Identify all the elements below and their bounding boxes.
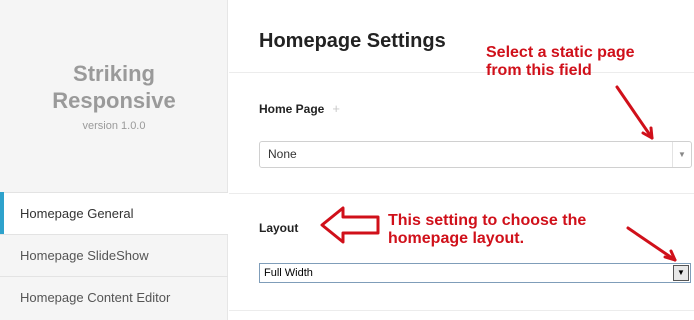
annotation-arrow-line-1 — [615, 85, 654, 140]
annotation-overlay — [320, 85, 677, 262]
annotation-arrow-line-2 — [626, 226, 677, 262]
hollow-left-arrow-icon — [320, 206, 380, 244]
